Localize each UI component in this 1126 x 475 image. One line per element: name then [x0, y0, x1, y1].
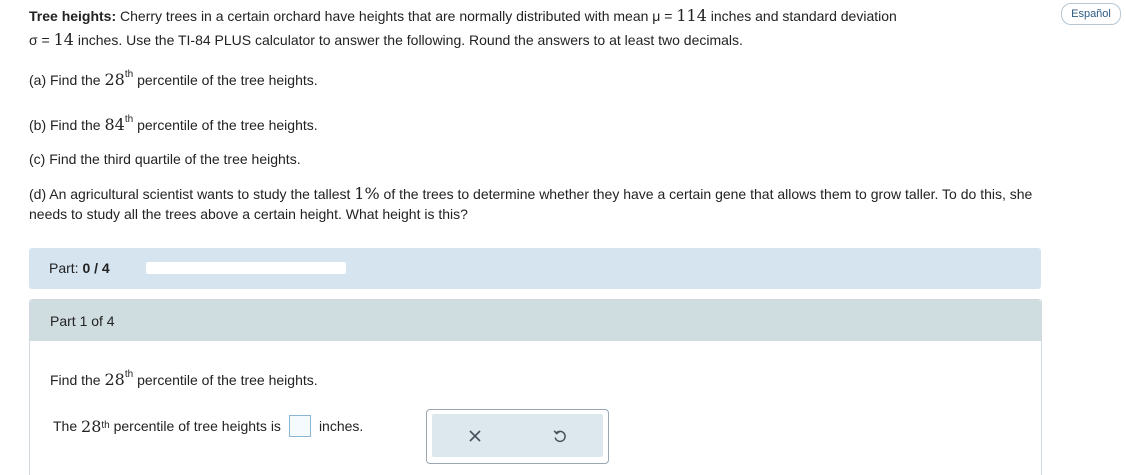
question-b-prefix: (b) Find the — [29, 117, 101, 133]
problem-line2: inches. Use the TI-84 PLUS calculator to… — [77, 32, 743, 48]
clear-button[interactable] — [463, 424, 487, 448]
answer-input[interactable] — [288, 415, 311, 437]
undo-button[interactable] — [548, 424, 572, 448]
equals-sign: = — [664, 8, 673, 24]
part-panel: Part 1 of 4 Find the 28th percentile of … — [29, 299, 1042, 475]
problem-statement: Tree heights: Cherry trees in a certain … — [29, 4, 1039, 52]
problem-line1-end: inches and standard deviation — [710, 8, 897, 24]
part-progress-label: Part: 0 / 4 — [49, 260, 110, 276]
question-a-number: 28 — [104, 70, 125, 89]
question-b-rest: percentile of the tree heights. — [137, 117, 318, 133]
part-question-number: 28 — [104, 370, 125, 389]
question-a-rest: percentile of the tree heights. — [137, 72, 318, 88]
mu-value: 114 — [676, 6, 707, 25]
answer-prefix: The — [53, 418, 78, 434]
problem-line1: Cherry trees in a certain orchard have h… — [120, 8, 649, 24]
progress-track — [146, 262, 346, 274]
part-panel-header: Part 1 of 4 — [30, 300, 1041, 341]
undo-icon — [553, 430, 566, 443]
answer-row: The 28th percentile of tree heights is i… — [53, 415, 364, 437]
question-d: (d) An agricultural scientist wants to s… — [29, 184, 1044, 224]
question-b-suffix: th — [124, 114, 134, 125]
question-a: (a) Find the 28th percentile of the tree… — [29, 69, 318, 90]
problem-title: Tree heights: — [29, 8, 117, 24]
question-c: (c) Find the third quartile of the tree … — [29, 151, 301, 167]
equals-sign-2: = — [41, 32, 50, 48]
question-b-number: 84 — [104, 115, 125, 134]
sigma-symbol: σ — [29, 32, 38, 48]
answer-tools-inner — [432, 414, 603, 457]
answer-tools — [426, 409, 609, 464]
part-label-text: Part: — [49, 260, 79, 276]
sigma-value: 14 — [53, 30, 74, 49]
answer-rest: percentile of tree heights is — [113, 418, 281, 434]
espanol-button[interactable]: Español — [1061, 3, 1121, 25]
mu-symbol: μ — [652, 8, 661, 24]
question-a-suffix: th — [124, 69, 134, 80]
part-question: Find the 28th percentile of the tree hei… — [50, 369, 318, 390]
question-d-pre: (d) An agricultural scientist wants to s… — [29, 186, 351, 202]
part-progress-bar: Part: 0 / 4 — [29, 248, 1041, 289]
answer-unit: inches. — [318, 418, 364, 434]
answer-number: 28 — [81, 416, 102, 436]
x-icon — [469, 430, 481, 442]
part-progress-value: 0 / 4 — [82, 260, 110, 276]
part-question-suffix: th — [124, 369, 134, 380]
question-a-prefix: (a) Find the — [29, 72, 101, 88]
question-b: (b) Find the 84th percentile of the tree… — [29, 114, 318, 135]
part-question-prefix: Find the — [50, 372, 101, 388]
question-d-number: 1% — [354, 184, 380, 203]
part-question-rest: percentile of the tree heights. — [137, 372, 318, 388]
